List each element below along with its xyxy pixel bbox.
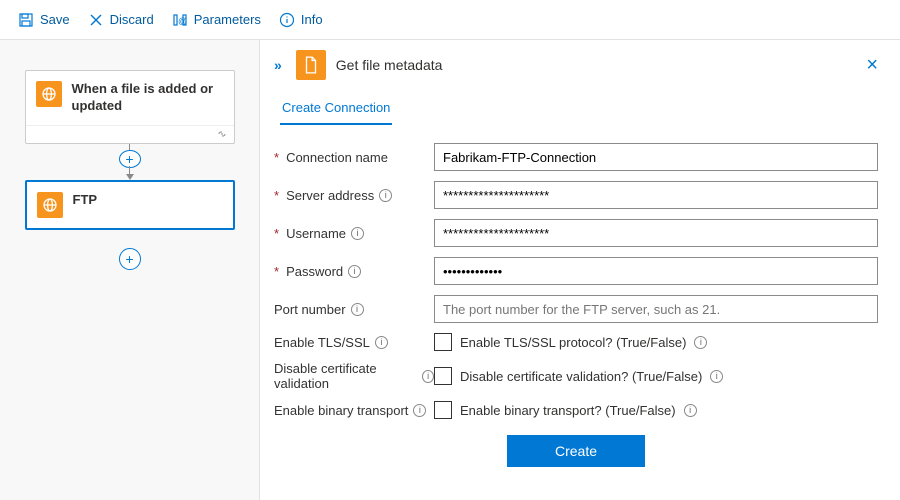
info-icon[interactable]: i (413, 404, 426, 417)
trigger-title: When a file is added or updated (72, 81, 224, 115)
info-label: Info (301, 12, 323, 27)
collapse-icon[interactable]: » (274, 57, 282, 73)
ftp-icon (36, 81, 62, 107)
binary-text: Enable binary transport? (True/False) (460, 403, 676, 418)
info-icon[interactable]: i (379, 189, 392, 202)
card-link-icon (26, 125, 234, 143)
label-binary: Enable binary transport (274, 403, 408, 418)
disable-cert-text: Disable certificate validation? (True/Fa… (460, 369, 702, 384)
panel-title: Get file metadata (336, 57, 857, 73)
save-button[interactable]: Save (12, 8, 76, 32)
label-tls: Enable TLS/SSL (274, 335, 370, 350)
label-server: Server address (286, 188, 374, 203)
label-username: Username (286, 226, 346, 241)
info-icon[interactable]: i (694, 336, 707, 349)
discard-icon (88, 12, 104, 28)
info-button[interactable]: Info (273, 8, 329, 32)
parameters-label: Parameters (194, 12, 261, 27)
info-icon (279, 12, 295, 28)
username-input[interactable] (434, 219, 878, 247)
password-input[interactable] (434, 257, 878, 285)
toolbar: Save Discard @ Parameters Info (0, 0, 900, 40)
designer-canvas: When a file is added or updated + FTP + (0, 40, 260, 500)
add-step-button[interactable]: + (119, 248, 141, 270)
info-icon[interactable]: i (375, 336, 388, 349)
parameters-button[interactable]: @ Parameters (166, 8, 267, 32)
trigger-card[interactable]: When a file is added or updated (25, 70, 235, 144)
file-icon (296, 50, 326, 80)
info-icon[interactable]: i (348, 265, 361, 278)
label-disable-cert: Disable certificate validation (274, 361, 417, 391)
tls-checkbox[interactable] (434, 333, 452, 351)
disable-cert-checkbox[interactable] (434, 367, 452, 385)
info-icon[interactable]: i (422, 370, 434, 383)
ftp-icon (37, 192, 63, 218)
info-icon[interactable]: i (351, 303, 364, 316)
discard-button[interactable]: Discard (82, 8, 160, 32)
action-title: FTP (73, 192, 98, 209)
server-address-input[interactable] (434, 181, 878, 209)
close-icon[interactable]: × (866, 54, 878, 77)
label-password: Password (286, 264, 343, 279)
save-label: Save (40, 12, 70, 27)
parameters-icon: @ (172, 12, 188, 28)
port-input[interactable] (434, 295, 878, 323)
binary-checkbox[interactable] (434, 401, 452, 419)
connection-name-input[interactable] (434, 143, 878, 171)
discard-label: Discard (110, 12, 154, 27)
tls-text: Enable TLS/SSL protocol? (True/False) (460, 335, 686, 350)
action-card-ftp[interactable]: FTP (25, 180, 235, 230)
tab-create-connection[interactable]: Create Connection (280, 94, 392, 125)
info-icon[interactable]: i (351, 227, 364, 240)
label-port: Port number (274, 302, 346, 317)
info-icon[interactable]: i (710, 370, 723, 383)
info-icon[interactable]: i (684, 404, 697, 417)
create-button[interactable]: Create (507, 435, 645, 467)
save-icon (18, 12, 34, 28)
details-panel: » Get file metadata × Create Connection … (260, 40, 900, 500)
connector-arrow: + (119, 144, 141, 180)
label-connection-name: Connection name (286, 150, 388, 165)
